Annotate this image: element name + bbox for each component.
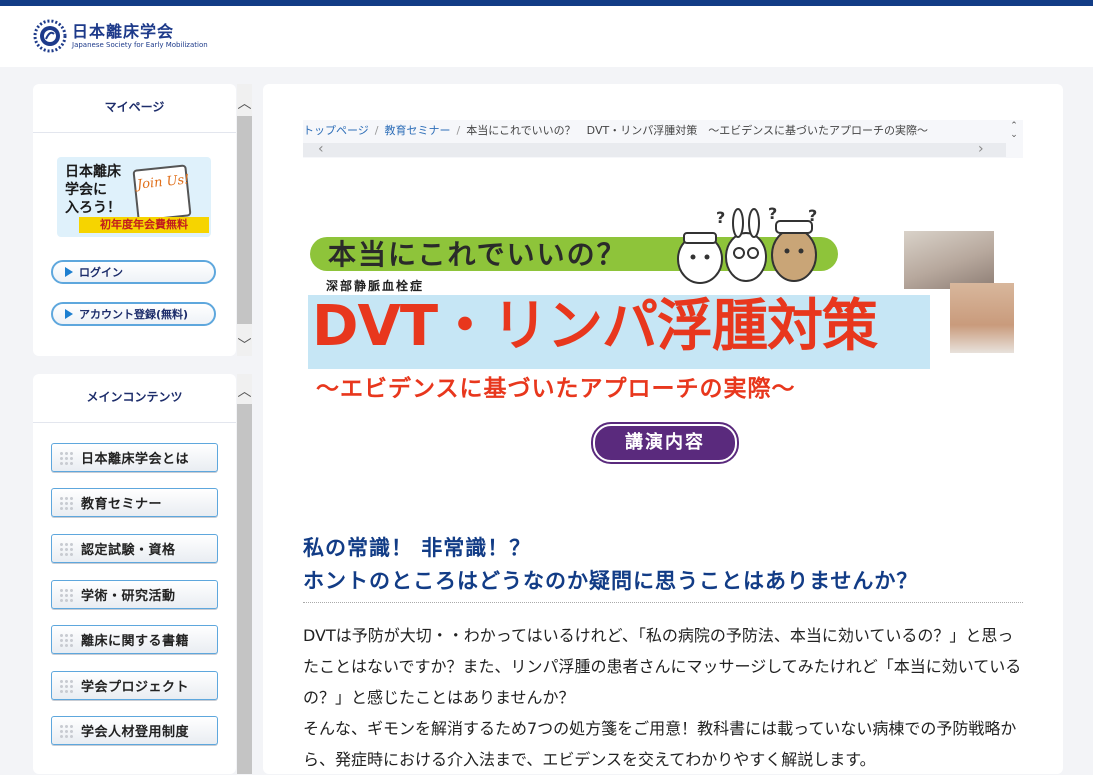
menu-item-label: 離床に関する書籍	[81, 634, 190, 649]
menu-item-projects[interactable]: 学会プロジェクト	[51, 671, 218, 700]
join-line1: 日本離床	[65, 164, 121, 180]
scrollbar-thumb[interactable]	[237, 404, 252, 774]
hero-question: 本当にこれでいいの？	[328, 238, 627, 271]
svg-text:?: ?	[716, 208, 725, 227]
grip-dots-icon	[59, 541, 73, 556]
register-button[interactable]: アカウント登録(無料)	[51, 302, 216, 326]
scroll-right-icon[interactable]: ›	[978, 141, 984, 157]
scrollbar-thumb[interactable]	[237, 116, 252, 324]
breadcrumb-vertical-scroll-icon[interactable]: ⌃ ⌄	[1006, 122, 1022, 144]
menu-item-seminar[interactable]: 教育セミナー	[51, 488, 218, 517]
article-body: DVTは予防が大切・・わかってはいるけれど、「私の病院の予防法、本当に効いている…	[303, 620, 1025, 775]
register-label: アカウント登録(無料)	[79, 308, 189, 321]
site-header: 日本離床学会 Japanese Society for Early Mobili…	[0, 6, 1093, 67]
menu-item-label: 学会人材登用制度	[81, 725, 190, 740]
grip-dots-icon	[59, 495, 73, 510]
grip-dots-icon	[59, 587, 73, 602]
menu-item-certification[interactable]: 認定試験・資格	[51, 534, 218, 563]
logo-emblem-icon	[33, 19, 67, 53]
grip-dots-icon	[59, 450, 73, 465]
article-headline: 私の常識！ 非常識！？ ホントのところはどうなのか疑問に思うことはありませんか？	[303, 532, 918, 598]
site-logo[interactable]: 日本離床学会 Japanese Society for Early Mobili…	[32, 18, 208, 54]
breadcrumb-separator: /	[374, 124, 379, 137]
menu-item-research[interactable]: 学術・研究活動	[51, 580, 218, 609]
grip-dots-icon	[59, 678, 73, 693]
article-paragraph: そんな、ギモンを解消するため7つの処方箋をご用意！教科書には載っていない病棟での…	[303, 719, 1017, 769]
article-paragraph: DVTは予防が大切・・わかってはいるけれど、「私の病院の予防法、本当に効いている…	[303, 626, 1022, 707]
menu-item-about[interactable]: 日本離床学会とは	[51, 443, 218, 472]
mypage-scrollbar[interactable]: ︿ ﹀	[237, 84, 252, 356]
menu-item-books[interactable]: 離床に関する書籍	[51, 625, 218, 654]
join-banner[interactable]: 日本離床 学会に 入ろう！ Join Us! 初年度年会費無料	[57, 157, 211, 237]
logo-subtitle: Japanese Society for Early Mobilization	[72, 40, 208, 49]
login-button[interactable]: ログイン	[51, 260, 216, 284]
main-contents-panel: メインコンテンツ	[33, 374, 236, 774]
menu-item-label: 認定試験・資格	[81, 543, 176, 558]
headline-line1: 私の常識！ 非常識！？	[303, 536, 532, 560]
scroll-up-icon[interactable]: ︿	[237, 94, 252, 114]
grip-dots-icon	[59, 723, 73, 738]
headline-line2: ホントのところはどうなのか疑問に思うことはありませんか？	[303, 569, 919, 593]
breadcrumb-separator: /	[456, 124, 461, 137]
hero-photo-legs	[950, 283, 1014, 353]
login-label: ログイン	[79, 266, 123, 279]
hero-title-sub: ～エビデンスに基づいたアプローチの実際～	[316, 376, 796, 402]
breadcrumb-current: 本当にこれでいいの？ DVT・リンパ浮腫対策 ～エビデンスに基づいたアプローチの…	[466, 124, 928, 137]
menu-item-label: 学術・研究活動	[81, 589, 176, 604]
breadcrumb-category[interactable]: 教育セミナー	[385, 124, 451, 137]
svg-text:?: ?	[768, 207, 777, 223]
grip-dots-icon	[59, 632, 73, 647]
svg-text:?: ?	[808, 207, 817, 225]
breadcrumb: トップページ / 教育セミナー / 本当にこれでいいの？ DVT・リンパ浮腫対策 ～エビ…	[303, 122, 928, 138]
scroll-up-icon[interactable]: ︿	[237, 382, 252, 402]
breadcrumb-horizontal-scrollbar[interactable]	[303, 143, 1006, 157]
scroll-left-icon[interactable]: ‹	[318, 141, 324, 157]
seminar-hero-banner: 本当にこれでいいの？ ? ? ? 深部静脈血栓症 DVT・リンパ浮腫対策 ～エビ…	[304, 203, 1023, 465]
join-line2: 学会に	[65, 182, 107, 198]
menu-item-talent[interactable]: 学会人材登用制度	[51, 716, 218, 745]
breadcrumb-home[interactable]: トップページ	[303, 124, 369, 137]
main-contents-scrollbar[interactable]: ︿	[237, 374, 252, 774]
free-fee-label: 初年度年会費無料	[79, 217, 209, 233]
logo-title: 日本離床学会	[72, 21, 175, 41]
dotted-divider	[303, 602, 1023, 603]
hero-photo-patient	[904, 231, 994, 289]
lecture-content-badge: 講演内容	[591, 422, 739, 464]
play-arrow-icon	[65, 267, 73, 277]
menu-item-label: 日本離床学会とは	[81, 452, 190, 467]
join-banner-text: 日本離床 学会に 入ろう！	[65, 163, 121, 217]
hero-title: DVT・リンパ浮腫対策	[312, 294, 878, 359]
scroll-down-icon[interactable]: ﹀	[237, 336, 252, 356]
main-contents-title: メインコンテンツ	[33, 374, 236, 423]
play-arrow-icon	[65, 309, 73, 319]
join-line3: 入ろう！	[65, 200, 121, 216]
cartoon-characters-icon: ? ? ?	[677, 207, 817, 284]
mypage-title: マイページ	[33, 84, 236, 133]
menu-item-label: 学会プロジェクト	[81, 680, 190, 695]
menu-item-label: 教育セミナー	[81, 497, 163, 512]
